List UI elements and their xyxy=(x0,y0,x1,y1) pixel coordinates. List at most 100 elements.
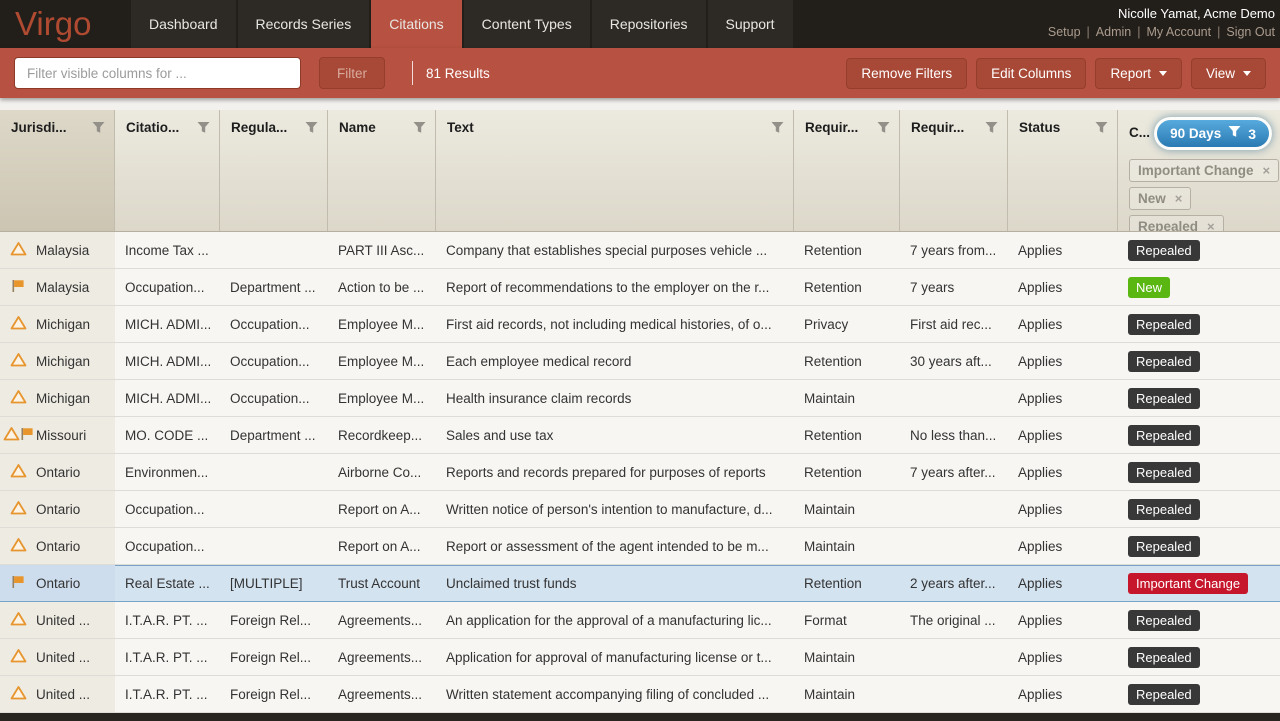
cell-citation: I.T.A.R. PT. ... xyxy=(115,676,220,712)
cell-changes: Repealed xyxy=(1118,454,1280,490)
row-icon-group xyxy=(0,537,36,555)
close-icon[interactable]: × xyxy=(1263,164,1271,177)
report-button[interactable]: Report xyxy=(1095,58,1182,89)
filter-funnel-icon[interactable] xyxy=(985,122,998,137)
cell-text: Foreign Rel... xyxy=(230,613,311,628)
filter-funnel-icon[interactable] xyxy=(92,122,105,137)
view-button[interactable]: View xyxy=(1191,58,1266,89)
change-status-badge: Important Change xyxy=(1128,573,1248,594)
app-logo[interactable]: Virgo xyxy=(0,0,131,48)
column-header-citatio[interactable]: Citatio... xyxy=(115,110,220,231)
cell-text: An application for the approval of a man… xyxy=(436,602,794,638)
nav-item-citations[interactable]: Citations xyxy=(371,0,461,48)
cell-regulation xyxy=(220,454,328,490)
jurisdiction-cell: United ... xyxy=(0,639,115,675)
jurisdiction-cell: Ontario xyxy=(0,491,115,527)
column-header-name[interactable]: Name xyxy=(328,110,436,231)
filter-button[interactable]: Filter xyxy=(319,57,385,89)
chevron-down-icon xyxy=(1243,71,1251,76)
edit-columns-button[interactable]: Edit Columns xyxy=(976,58,1086,89)
active-filter-pill[interactable]: 90 Days3 xyxy=(1157,120,1269,147)
table-row[interactable]: OntarioEnvironmen...Airborne Co...Report… xyxy=(0,454,1280,491)
filter-input[interactable] xyxy=(14,57,301,89)
cell-text: Written statement accompanying filing of… xyxy=(446,687,769,702)
column-header-regula[interactable]: Regula... xyxy=(220,110,328,231)
cell-text: Airborne Co... xyxy=(338,465,421,480)
filter-chip-repealed[interactable]: Repealed × xyxy=(1129,215,1224,231)
filter-funnel-icon[interactable] xyxy=(413,122,426,137)
cell-citation: Real Estate ... xyxy=(115,565,220,601)
jurisdiction-label: Ontario xyxy=(36,502,80,517)
cell-regulation: Department ... xyxy=(220,417,328,453)
table-row[interactable]: MissouriMO. CODE ...Department ...Record… xyxy=(0,417,1280,454)
cell-text: Report on A... xyxy=(338,539,421,554)
cell-status: Applies xyxy=(1008,491,1118,527)
cell-changes: Repealed xyxy=(1118,343,1280,379)
cell-name: Trust Account xyxy=(328,565,436,601)
table-row[interactable]: OntarioReal Estate ...[MULTIPLE]Trust Ac… xyxy=(0,565,1280,602)
chevron-down-icon xyxy=(1159,71,1167,76)
nav-item-repositories[interactable]: Repositories xyxy=(592,0,706,48)
top-navigation-bar: Virgo DashboardRecords SeriesCitationsCo… xyxy=(0,0,1280,48)
column-header-status[interactable]: Status xyxy=(1008,110,1118,231)
column-header-label: Jurisdi... xyxy=(11,120,67,135)
filter-funnel-icon[interactable] xyxy=(771,122,784,137)
filter-funnel-icon[interactable] xyxy=(1095,122,1108,137)
close-icon[interactable]: × xyxy=(1207,220,1215,231)
column-header-text[interactable]: Text xyxy=(436,110,794,231)
table-row[interactable]: United ...I.T.A.R. PT. ...Foreign Rel...… xyxy=(0,639,1280,676)
nav-item-content-types[interactable]: Content Types xyxy=(464,0,590,48)
cell-text: The original ... xyxy=(910,613,996,628)
table-row[interactable]: MichiganMICH. ADMI...Occupation...Employ… xyxy=(0,343,1280,380)
cell-text: 7 years after... xyxy=(910,465,996,480)
cell-text: MICH. ADMI... xyxy=(125,391,211,406)
cell-citation: Occupation... xyxy=(115,528,220,564)
cell-regulation: Foreign Rel... xyxy=(220,639,328,675)
filter-chip-new[interactable]: New× xyxy=(1129,187,1191,210)
table-row[interactable]: United ...I.T.A.R. PT. ...Foreign Rel...… xyxy=(0,602,1280,639)
link-separator: | xyxy=(1087,25,1090,39)
cell-text: Application for approval of manufacturin… xyxy=(436,639,794,675)
user-link-sign-out[interactable]: Sign Out xyxy=(1226,25,1275,39)
user-link-admin[interactable]: Admin xyxy=(1096,25,1131,39)
table-row[interactable]: MalaysiaIncome Tax ...PART III Asc...Com… xyxy=(0,232,1280,269)
remove-filters-button[interactable]: Remove Filters xyxy=(846,58,967,89)
table-row[interactable]: OntarioOccupation...Report on A...Report… xyxy=(0,528,1280,565)
table-row[interactable]: United ...I.T.A.R. PT. ...Foreign Rel...… xyxy=(0,676,1280,713)
cell-req-type: Format xyxy=(794,602,900,638)
table-row[interactable]: MichiganMICH. ADMI...Occupation...Employ… xyxy=(0,306,1280,343)
column-header-label: Name xyxy=(339,120,376,135)
filter-chip-important-change[interactable]: Important Change× xyxy=(1129,159,1279,182)
user-link-my-account[interactable]: My Account xyxy=(1146,25,1211,39)
horizontal-scrollbar[interactable] xyxy=(0,713,1280,721)
table-row[interactable]: MalaysiaOccupation...Department ...Actio… xyxy=(0,269,1280,306)
change-status-badge: Repealed xyxy=(1128,610,1200,631)
nav-item-records-series[interactable]: Records Series xyxy=(238,0,370,48)
nav-item-dashboard[interactable]: Dashboard xyxy=(131,0,236,48)
row-icon-group xyxy=(0,241,36,259)
filter-funnel-icon[interactable] xyxy=(877,122,890,137)
column-header-jurisdi[interactable]: Jurisdi... xyxy=(0,110,115,231)
filter-funnel-icon[interactable] xyxy=(305,122,318,137)
filter-funnel-icon[interactable] xyxy=(197,122,210,137)
table-row[interactable]: OntarioOccupation...Report on A...Writte… xyxy=(0,491,1280,528)
cell-changes: Repealed xyxy=(1118,528,1280,564)
table-row[interactable]: MichiganMICH. ADMI...Occupation...Employ… xyxy=(0,380,1280,417)
column-header-requir[interactable]: Requir... xyxy=(794,110,900,231)
cell-text: Applies xyxy=(1018,428,1062,443)
close-icon[interactable]: × xyxy=(1175,192,1183,205)
change-status-badge: Repealed xyxy=(1128,388,1200,409)
link-separator: | xyxy=(1217,25,1220,39)
jurisdiction-label: Malaysia xyxy=(36,243,89,258)
cell-text: Applies xyxy=(1018,502,1062,517)
nav-item-support[interactable]: Support xyxy=(708,0,793,48)
cell-text: Occupation... xyxy=(230,354,310,369)
row-icon-group xyxy=(0,685,36,703)
user-link-setup[interactable]: Setup xyxy=(1048,25,1081,39)
chip-label: Repealed xyxy=(1138,219,1198,231)
cell-requirement xyxy=(900,528,1008,564)
cell-text: Applies xyxy=(1018,650,1062,665)
column-header-requir[interactable]: Requir... xyxy=(900,110,1008,231)
cell-status: Applies xyxy=(1008,639,1118,675)
warning-icon xyxy=(10,685,27,703)
